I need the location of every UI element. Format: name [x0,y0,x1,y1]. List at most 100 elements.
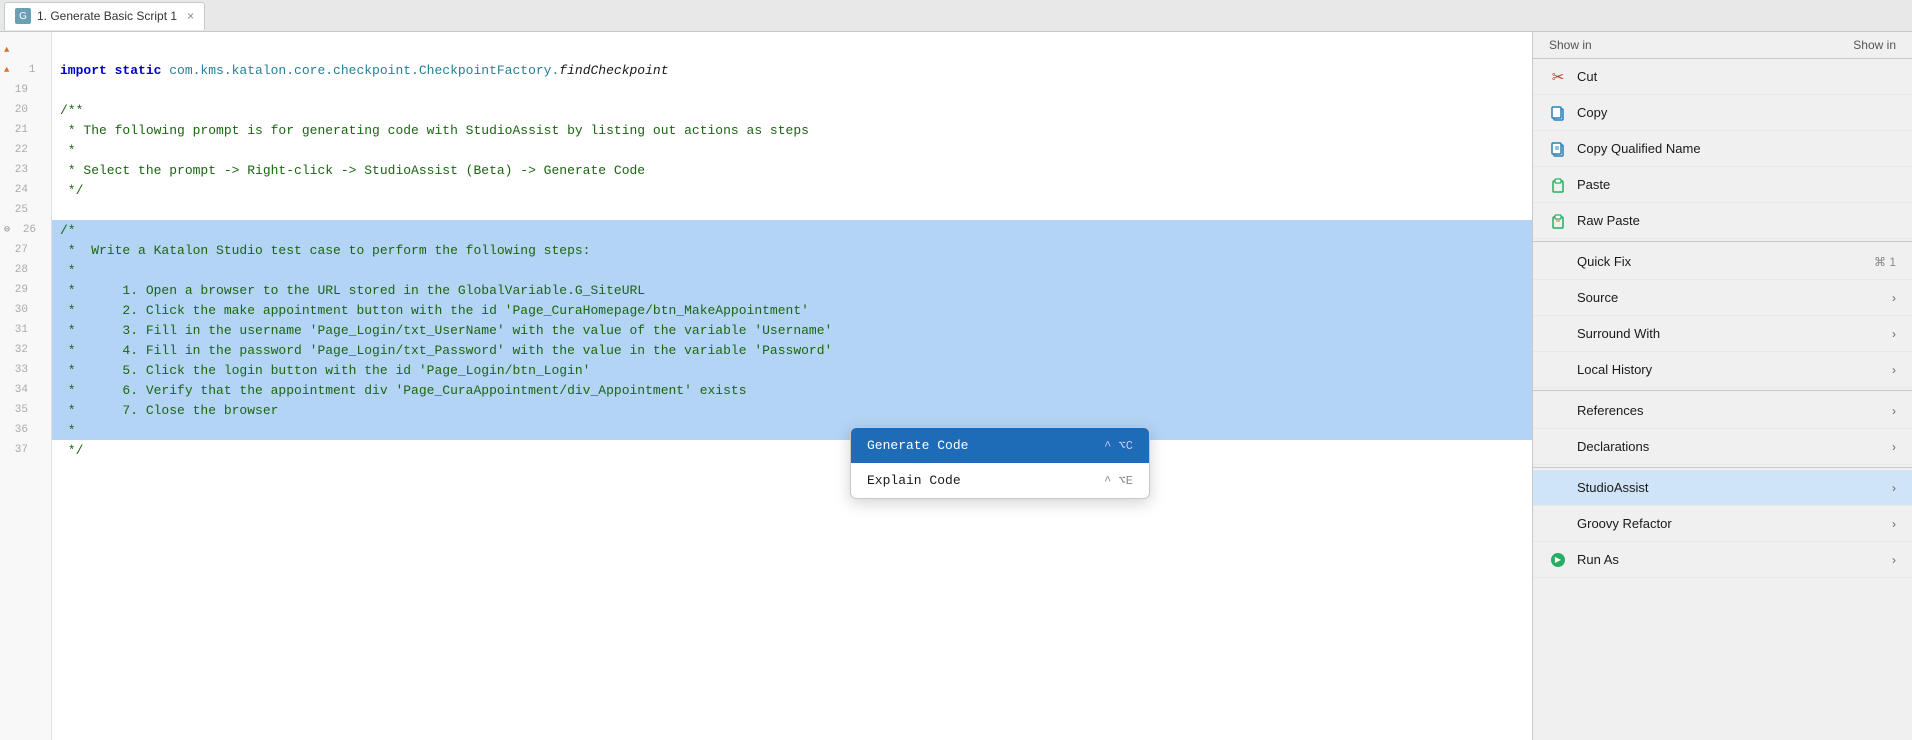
copy-qualified-icon [1549,140,1567,158]
studio-assist-label: StudioAssist [1577,480,1882,495]
copy-qualified-label: Copy Qualified Name [1577,141,1896,156]
gutter-line: ▲ [0,40,51,60]
quick-fix-shortcut: ⌘ 1 [1874,255,1896,269]
tab-icon: G [15,8,31,24]
code-line: * 2. Click the make appointment button w… [52,300,1532,320]
explain-code-menu-item[interactable]: Explain Code ^ ⌥E [851,463,1149,498]
code-line: * [52,140,1532,160]
paste-menu-item[interactable]: Paste [1533,167,1912,203]
generate-code-label: Generate Code [867,438,968,453]
generate-code-shortcut: ^ ⌥C [1104,438,1133,453]
paste-icon [1549,176,1567,194]
explain-code-label: Explain Code [867,473,961,488]
generate-code-menu-item[interactable]: Generate Code ^ ⌥C [851,428,1149,463]
studioassist-submenu: Generate Code ^ ⌥C Explain Code ^ ⌥E [850,427,1150,499]
local-history-icon [1549,361,1567,379]
main-content: ▲ ▲ 1 19 20 21 22 [0,32,1912,740]
gutter-line: 36 [0,420,51,440]
code-line: * 6. Verify that the appointment div 'Pa… [52,380,1532,400]
cut-menu-item[interactable]: ✂ Cut [1533,59,1912,95]
gutter-line: 24 [0,180,51,200]
raw-paste-menu-item[interactable]: Raw Paste [1533,203,1912,239]
code-line: * [52,260,1532,280]
gutter-line: 20 [0,100,51,120]
code-line [52,200,1532,220]
references-menu-item[interactable]: References › [1533,393,1912,429]
gutter-line: 37 [0,440,51,460]
source-icon [1549,289,1567,307]
studio-assist-arrow-icon: › [1892,481,1896,495]
code-line [52,40,1532,60]
references-arrow-icon: › [1892,404,1896,418]
gutter-line: 32 [0,340,51,360]
studio-assist-menu-item[interactable]: StudioAssist › [1533,470,1912,506]
raw-paste-label: Raw Paste [1577,213,1896,228]
line-gutter: ▲ ▲ 1 19 20 21 22 [0,32,52,740]
gutter-line: ▲ 1 [0,60,51,80]
local-history-arrow-icon: › [1892,363,1896,377]
local-history-label: Local History [1577,362,1882,377]
gutter-line: 33 [0,360,51,380]
declarations-menu-item[interactable]: Declarations › [1533,429,1912,465]
quick-fix-menu-item[interactable]: Quick Fix ⌘ 1 [1533,244,1912,280]
references-icon [1549,402,1567,420]
code-line: /** [52,100,1532,120]
run-icon-circle: ▶ [1551,553,1565,567]
gutter-line: 34 [0,380,51,400]
menu-divider-2 [1533,390,1912,391]
gutter-line: 31 [0,320,51,340]
quick-fix-icon [1549,253,1567,271]
paste-label: Paste [1577,177,1896,192]
copy-qualified-menu-item[interactable]: Copy Qualified Name [1533,131,1912,167]
gutter-line: 19 [0,80,51,100]
groovy-refactor-arrow-icon: › [1892,517,1896,531]
code-line: * [52,420,1532,440]
surround-with-menu-item[interactable]: Surround With › [1533,316,1912,352]
gutter-line: 28 [0,260,51,280]
raw-paste-icon [1549,212,1567,230]
local-history-menu-item[interactable]: Local History › [1533,352,1912,388]
gutter-line: 21 [0,120,51,140]
collapse-icon[interactable]: ⊖ [4,224,10,236]
cut-label: Cut [1577,69,1896,84]
code-line: import static com.kms.katalon.core.check… [52,60,1532,80]
editor-area[interactable]: ▲ ▲ 1 19 20 21 22 [0,32,1532,740]
run-as-arrow-icon: › [1892,553,1896,567]
code-container: ▲ ▲ 1 19 20 21 22 [0,32,1532,740]
code-line [52,80,1532,100]
surround-with-arrow-icon: › [1892,327,1896,341]
tab-bar: G 1. Generate Basic Script 1 × [0,0,1912,32]
groovy-refactor-menu-item[interactable]: Groovy Refactor › [1533,506,1912,542]
code-line: * 1. Open a browser to the URL stored in… [52,280,1532,300]
run-as-icon: ▶ [1549,551,1567,569]
code-line: * 3. Fill in the username 'Page_Login/tx… [52,320,1532,340]
show-in-label: Show in [1549,38,1592,52]
run-as-label: Run As [1577,552,1882,567]
groovy-refactor-label: Groovy Refactor [1577,516,1882,531]
show-in-value: Show in [1853,38,1896,52]
tab-close-button[interactable]: × [187,9,194,23]
gutter-line: 23 [0,160,51,180]
code-line: */ [52,180,1532,200]
copy-menu-item[interactable]: Copy [1533,95,1912,131]
declarations-label: Declarations [1577,439,1882,454]
code-line: * 4. Fill in the password 'Page_Login/tx… [52,340,1532,360]
gutter-line: 27 [0,240,51,260]
editor-tab[interactable]: G 1. Generate Basic Script 1 × [4,2,205,30]
context-menu-panel: Show in Show in ✂ Cut Copy Copy Qualifie… [1532,32,1912,740]
gutter-line: 25 [0,200,51,220]
gutter-line: 22 [0,140,51,160]
code-lines[interactable]: import static com.kms.katalon.core.check… [52,32,1532,740]
run-as-menu-item[interactable]: ▶ Run As › [1533,542,1912,578]
code-line: */ [52,440,1532,460]
code-line: /* [52,220,1532,240]
source-arrow-icon: › [1892,291,1896,305]
groovy-refactor-icon [1549,515,1567,533]
source-menu-item[interactable]: Source › [1533,280,1912,316]
references-label: References [1577,403,1882,418]
triangle-marker: ▲ [4,65,9,75]
source-label: Source [1577,290,1882,305]
menu-divider-1 [1533,241,1912,242]
gutter-line: ⊖ 26 [0,220,51,240]
studio-assist-icon [1549,479,1567,497]
